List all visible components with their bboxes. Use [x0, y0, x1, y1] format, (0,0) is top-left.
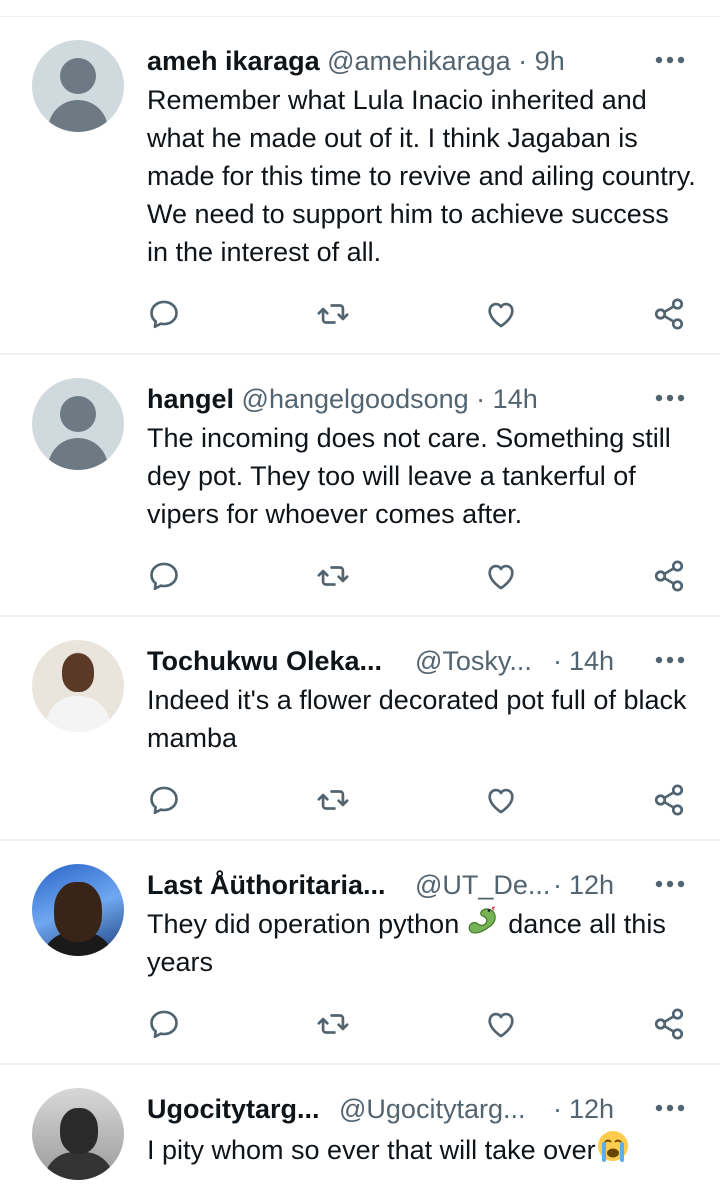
tweet-text: Indeed it's a flower decorated pot full … — [147, 685, 687, 753]
tweet-1[interactable]: ameh ikaraga @amehikaraga · 9h Remember … — [0, 17, 720, 355]
reply-feed: ameh ikaraga @amehikaraga · 9h Remember … — [0, 0, 720, 1190]
tweet-header: Tochukwu Oleka... @Tosky... · 14h — [147, 643, 687, 679]
timestamp[interactable]: 12h — [569, 867, 614, 903]
tweet-header: Last Åüthoritaria... @UT_De... · 12h — [147, 867, 687, 903]
like-icon[interactable] — [484, 1007, 518, 1041]
tweet-text: I pity whom so ever that will take over — [147, 1129, 707, 1169]
reply-icon[interactable] — [147, 559, 181, 593]
tweet-5[interactable]: Ugocitytarg... @Ugocitytarg... · 12h I p… — [0, 1065, 720, 1190]
tweet-text-start: They did operation python — [147, 909, 467, 939]
loudly-crying-face-emoji-icon — [597, 1131, 628, 1162]
repost-icon[interactable] — [316, 783, 350, 817]
timestamp[interactable]: 12h — [569, 1091, 614, 1127]
tweet-3[interactable]: Tochukwu Oleka... @Tosky... · 14h Indeed… — [0, 617, 720, 841]
user-handle[interactable]: @UT_De... — [415, 867, 550, 903]
timestamp[interactable]: 14h — [569, 643, 614, 679]
snake-emoji-icon — [468, 906, 496, 934]
display-name[interactable]: Last Åüthoritaria... — [147, 867, 386, 903]
like-icon[interactable] — [484, 783, 518, 817]
reply-icon[interactable] — [147, 1007, 181, 1041]
reply-icon[interactable] — [147, 783, 181, 817]
user-handle[interactable]: @hangelgoodsong — [242, 384, 469, 414]
share-icon[interactable] — [652, 783, 686, 817]
tweet-header: Ugocitytarg... @Ugocitytarg... · 12h — [147, 1091, 687, 1127]
separator: · — [476, 384, 486, 414]
tweet-header: ameh ikaraga @amehikaraga · 9h — [147, 43, 565, 79]
avatar[interactable] — [32, 640, 124, 732]
avatar[interactable] — [32, 1088, 124, 1180]
display-name[interactable]: hangel — [147, 384, 234, 414]
like-icon[interactable] — [484, 297, 518, 331]
separator: · — [553, 1094, 562, 1124]
tweet-4[interactable]: Last Åüthoritaria... @UT_De... · 12h The… — [0, 841, 720, 1065]
tweet-header: hangel @hangelgoodsong · 14h — [147, 381, 538, 417]
tweet-text-start: I pity whom so ever that will take over — [147, 1135, 596, 1165]
more-icon[interactable] — [654, 655, 686, 665]
more-icon[interactable] — [654, 879, 686, 889]
more-icon[interactable] — [654, 55, 686, 65]
user-handle[interactable]: @amehikaraga — [327, 46, 511, 76]
display-name[interactable]: Ugocitytarg... — [147, 1091, 320, 1127]
user-handle[interactable]: @Tosky... — [415, 643, 532, 679]
display-name[interactable]: Tochukwu Oleka... — [147, 643, 382, 679]
more-icon[interactable] — [654, 393, 686, 403]
share-icon[interactable] — [652, 297, 686, 331]
separator: · — [553, 646, 562, 676]
timestamp[interactable]: 14h — [493, 384, 538, 414]
share-icon[interactable] — [652, 559, 686, 593]
user-handle[interactable]: @Ugocitytarg... — [339, 1091, 525, 1127]
tweet-text: The incoming does not care. Something st… — [147, 423, 671, 529]
display-name[interactable]: ameh ikaraga — [147, 46, 320, 76]
avatar[interactable] — [32, 864, 124, 956]
reply-icon[interactable] — [147, 297, 181, 331]
separator: · — [518, 46, 528, 76]
more-icon[interactable] — [654, 1103, 686, 1113]
like-icon[interactable] — [484, 559, 518, 593]
avatar[interactable] — [32, 40, 124, 132]
share-icon[interactable] — [652, 1007, 686, 1041]
tweet-text: Remember what Lula Inacio inherited and … — [147, 85, 696, 267]
timestamp[interactable]: 9h — [535, 46, 565, 76]
repost-icon[interactable] — [316, 1007, 350, 1041]
avatar[interactable] — [32, 378, 124, 470]
repost-icon[interactable] — [316, 559, 350, 593]
repost-icon[interactable] — [316, 297, 350, 331]
tweet-text: They did operation python dance all this… — [147, 905, 697, 981]
tweet-2[interactable]: hangel @hangelgoodsong · 14h The incomin… — [0, 355, 720, 617]
separator: · — [553, 870, 562, 900]
